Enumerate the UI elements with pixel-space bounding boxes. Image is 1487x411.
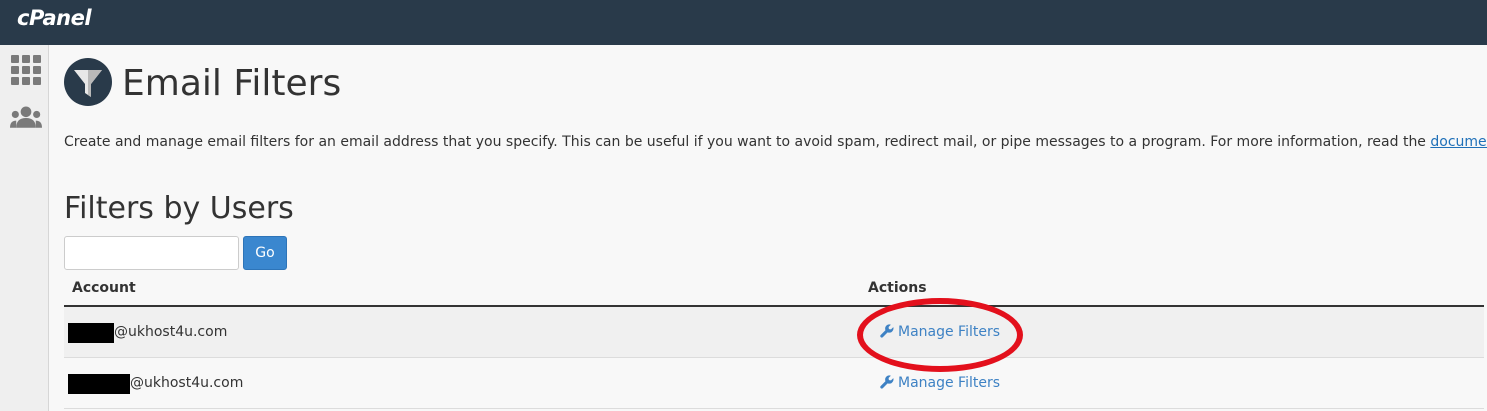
table-header: Account Actions [64,275,1484,307]
manage-filters-link[interactable]: Manage Filters [880,324,1000,340]
filters-by-users-heading: Filters by Users [64,191,294,226]
redacted-username [68,323,114,343]
grid-icon[interactable] [10,55,42,85]
page-description: Create and manage email filters for an e… [64,134,1487,150]
documentation-link[interactable]: documentation [1430,134,1487,150]
manage-filters-link[interactable]: Manage Filters [880,375,1000,391]
description-text: Create and manage email filters for an e… [64,134,1431,150]
table-row: @ukhost4u.com Manage Filters [64,358,1484,409]
cpanel-logo[interactable]: cPanel [17,6,92,30]
account-email: @ukhost4u.com [130,375,244,391]
page-title: Email Filters [122,63,342,104]
sidebar [0,45,49,411]
go-button[interactable]: Go [243,236,287,270]
redacted-username [68,374,130,394]
users-icon[interactable] [10,103,42,133]
manage-filters-label: Manage Filters [898,375,1001,391]
wrench-icon [880,324,894,338]
column-header-actions: Actions [868,280,927,296]
account-email: @ukhost4u.com [114,324,228,340]
wrench-icon [880,375,894,389]
top-bar: cPanel [0,0,1487,45]
column-header-account: Account [72,280,136,296]
main-content: Email Filters Create and manage email fi… [64,45,1487,411]
funnel-icon [64,58,112,106]
filters-table: Account Actions @ukhost4u.com Manage Fil… [64,275,1484,409]
search-input[interactable] [64,236,239,270]
manage-filters-label: Manage Filters [898,324,1001,340]
table-row: @ukhost4u.com Manage Filters [64,307,1484,358]
